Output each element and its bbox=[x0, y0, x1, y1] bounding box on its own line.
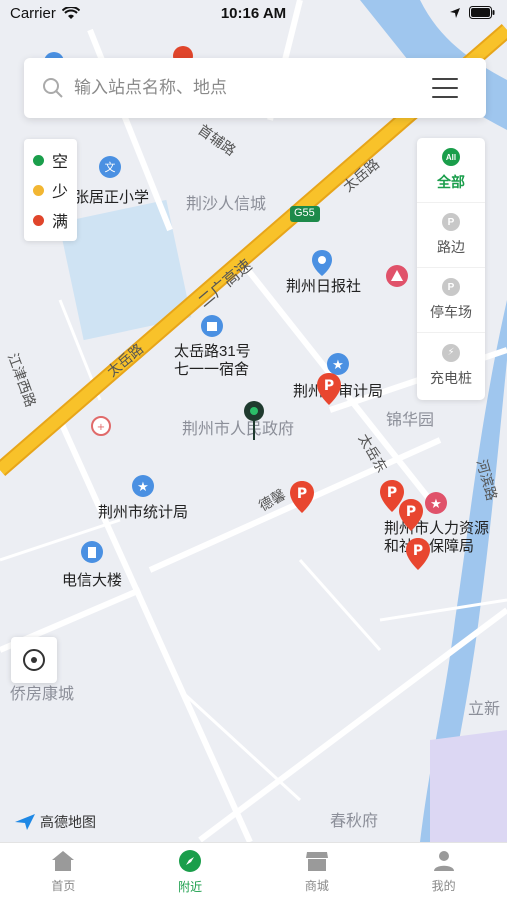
legend-label: 满 bbox=[52, 214, 69, 231]
building-poi-icon[interactable] bbox=[200, 314, 224, 344]
stats-poi-icon[interactable]: ★ bbox=[131, 474, 155, 504]
map-label-telecom: 电信大楼 bbox=[62, 572, 123, 589]
svg-text:★: ★ bbox=[430, 497, 442, 512]
legend-label: 少 bbox=[52, 184, 69, 201]
map-label-g55: G55 bbox=[294, 207, 315, 219]
svg-text:文: 文 bbox=[105, 160, 116, 174]
home-icon bbox=[52, 850, 75, 871]
svg-text:★: ★ bbox=[137, 480, 149, 495]
map-label-qiaofang: 侨房康城 bbox=[10, 686, 75, 703]
landmark-poi-icon[interactable] bbox=[385, 264, 409, 294]
status-right bbox=[449, 6, 495, 19]
locate-me-button[interactable] bbox=[11, 637, 57, 683]
filter-label: 停车场 bbox=[430, 304, 472, 320]
svg-text:★: ★ bbox=[332, 358, 344, 373]
location-poi-icon[interactable] bbox=[310, 248, 334, 278]
filter-parking-lot[interactable]: P 停车场 bbox=[417, 268, 485, 333]
legend-label: 空 bbox=[52, 154, 69, 171]
amap-logo-text: 高德地图 bbox=[40, 814, 96, 830]
svg-text:P: P bbox=[324, 378, 334, 394]
tab-profile[interactable]: 我的 bbox=[380, 843, 507, 900]
search-icon bbox=[43, 78, 63, 98]
target-icon bbox=[23, 649, 45, 671]
filter-all[interactable]: All 全部 bbox=[417, 138, 485, 203]
map-label-stats: 荆州市统计局 bbox=[98, 504, 189, 521]
svg-text:+: + bbox=[97, 422, 105, 433]
clock: 10:16 AM bbox=[220, 5, 287, 22]
shop-icon bbox=[305, 851, 328, 871]
parking-icon: P bbox=[442, 278, 460, 296]
map-label-lixin: 立新 bbox=[468, 701, 501, 718]
search-input[interactable] bbox=[74, 78, 432, 98]
map-label-jinhuayuan: 锦华园 bbox=[386, 412, 435, 429]
compass-icon bbox=[179, 849, 202, 872]
amap-logo: 高德地图 bbox=[14, 812, 96, 832]
charging-icon: ⚡ bbox=[442, 343, 460, 362]
filter-charging[interactable]: ⚡ 充电桩 bbox=[417, 333, 485, 398]
status-bar: Carrier 10:16 AM bbox=[0, 0, 507, 28]
svg-text:P: P bbox=[387, 485, 397, 501]
telecom-poi-icon[interactable] bbox=[80, 540, 104, 570]
hospital-poi-icon: + bbox=[91, 416, 111, 436]
legend-item-few: 少 bbox=[24, 175, 77, 205]
tab-shop[interactable]: 商城 bbox=[254, 843, 381, 900]
search-bar bbox=[24, 58, 486, 118]
all-icon: All bbox=[442, 148, 460, 166]
parking-marker[interactable]: P bbox=[316, 372, 342, 406]
tab-label: 首页 bbox=[51, 878, 76, 893]
legend-item-full: 满 bbox=[24, 205, 77, 235]
parking-marker[interactable]: P bbox=[405, 537, 431, 571]
map-label-jingsha: 荆沙人信城 bbox=[186, 196, 267, 213]
location-arrow-icon bbox=[450, 7, 460, 18]
svg-text:P: P bbox=[297, 486, 307, 502]
school-poi-icon[interactable]: 文 bbox=[98, 155, 122, 185]
parking-icon: P bbox=[442, 213, 460, 231]
yellow-dot-icon bbox=[33, 184, 44, 196]
map-label-dormitory: 太岳路31号 七一一宿舍 bbox=[174, 343, 251, 378]
tab-label: 商城 bbox=[304, 878, 329, 893]
battery-icon bbox=[469, 6, 495, 19]
svg-text:P: P bbox=[406, 504, 416, 520]
legend-item-empty: 空 bbox=[24, 145, 77, 175]
map-label-ribao: 荆州日报社 bbox=[286, 278, 362, 295]
tab-label: 我的 bbox=[431, 878, 456, 893]
parking-type-filter: All 全部 P 路边 P 停车场 ⚡ 充电桩 bbox=[417, 138, 485, 400]
map-label-school: 张居正小学 bbox=[74, 189, 150, 206]
map-label-chunqiufu: 春秋府 bbox=[330, 813, 379, 830]
parking-marker[interactable]: P bbox=[398, 498, 424, 532]
tab-bar: 首页 附近 商城 我的 bbox=[0, 842, 507, 900]
svg-text:P: P bbox=[413, 543, 423, 559]
current-location-pin-icon bbox=[244, 401, 264, 440]
filter-roadside[interactable]: P 路边 bbox=[417, 203, 485, 268]
filter-label: 全部 bbox=[437, 174, 465, 190]
user-icon bbox=[433, 850, 454, 871]
filter-label: 路边 bbox=[437, 239, 465, 255]
amap-logo-icon bbox=[15, 814, 35, 830]
hr-poi-icon[interactable]: ★ bbox=[424, 491, 448, 521]
tab-nearby[interactable]: 附近 bbox=[127, 843, 254, 900]
tab-label: 附近 bbox=[178, 879, 203, 894]
filter-label: 充电桩 bbox=[430, 369, 472, 386]
map-view[interactable]: G55 太岳路 太岳路 二广高速 首辅路 江津西路 太岳东 河滨路 德馨 张居正… bbox=[0, 0, 507, 842]
menu-icon[interactable] bbox=[432, 78, 458, 98]
availability-legend: 空 少 满 bbox=[24, 139, 77, 241]
map-label-gov: 荆州市人民政府 bbox=[182, 421, 295, 438]
red-dot-icon bbox=[33, 214, 44, 226]
green-dot-icon bbox=[33, 154, 44, 166]
tab-home[interactable]: 首页 bbox=[0, 843, 127, 900]
parking-marker[interactable]: P bbox=[289, 480, 315, 514]
